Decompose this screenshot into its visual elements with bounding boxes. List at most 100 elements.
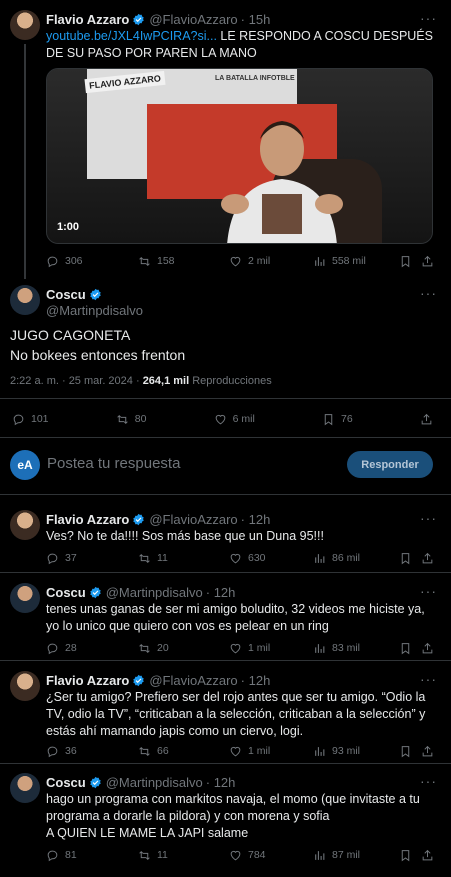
more-options-icon[interactable]: ··· bbox=[420, 510, 437, 526]
author-handle[interactable]: @FlavioAzzaro bbox=[149, 512, 237, 527]
like-action[interactable]: 630 bbox=[229, 552, 313, 565]
tweet-time[interactable]: · 12h bbox=[241, 673, 271, 688]
tweet-time[interactable]: · 15h bbox=[241, 12, 271, 27]
views-action[interactable]: 86 mil bbox=[313, 552, 399, 565]
reply-tweet[interactable]: Coscu @Martinpdisalvo · 12h ··· hago un … bbox=[0, 773, 451, 867]
share-icon bbox=[421, 745, 434, 758]
divider bbox=[0, 572, 451, 573]
author-handle[interactable]: @Martinpdisalvo bbox=[106, 775, 203, 790]
more-options-icon[interactable]: ··· bbox=[420, 285, 437, 301]
repost-action[interactable]: 11 bbox=[138, 849, 229, 862]
views-count: 558 mil bbox=[332, 255, 366, 267]
bookmark-count: 76 bbox=[341, 413, 353, 425]
avatar[interactable] bbox=[10, 671, 40, 701]
views-action[interactable]: 93 mil bbox=[313, 745, 399, 758]
tweet-text: Ves? No te da!!!! Sos más base que un Du… bbox=[46, 529, 324, 543]
like-action[interactable]: 1 mil bbox=[229, 642, 313, 655]
reply-action[interactable]: 36 bbox=[46, 745, 138, 758]
share-action[interactable] bbox=[421, 642, 434, 655]
like-action[interactable]: 1 mil bbox=[229, 745, 313, 758]
reply-action[interactable]: 101 bbox=[12, 413, 49, 426]
repost-icon bbox=[138, 849, 151, 862]
reply-tweet[interactable]: Coscu @Martinpdisalvo · 12h ··· tenes un… bbox=[0, 583, 451, 660]
reply-action[interactable]: 81 bbox=[46, 849, 138, 862]
author-name[interactable]: Coscu bbox=[46, 287, 86, 302]
tweet-actions: 81 11 784 87 mil bbox=[46, 847, 439, 863]
avatar[interactable] bbox=[10, 583, 40, 613]
divider bbox=[0, 660, 451, 661]
author-name[interactable]: Coscu bbox=[46, 585, 86, 600]
views-icon bbox=[313, 642, 326, 655]
bookmark-action[interactable] bbox=[399, 255, 421, 268]
reply-button[interactable]: Responder bbox=[347, 451, 433, 478]
avatar[interactable] bbox=[10, 285, 40, 315]
author-name[interactable]: Coscu bbox=[46, 775, 86, 790]
avatar[interactable] bbox=[10, 10, 40, 40]
tweet-time[interactable]: · 12h bbox=[241, 512, 271, 527]
reply-action[interactable]: 28 bbox=[46, 642, 138, 655]
avatar[interactable] bbox=[10, 773, 40, 803]
bookmark-action[interactable]: 76 bbox=[322, 413, 353, 426]
share-action[interactable] bbox=[421, 849, 434, 862]
youtube-link[interactable]: youtube.be/JXL4IwPCIRA?si... bbox=[46, 29, 217, 43]
avatar[interactable] bbox=[10, 510, 40, 540]
divider bbox=[0, 763, 451, 764]
reply-count: 28 bbox=[65, 642, 77, 654]
like-action[interactable]: 784 bbox=[229, 849, 313, 862]
reply-icon bbox=[46, 849, 59, 862]
bookmark-action[interactable] bbox=[399, 642, 421, 655]
author-handle[interactable]: @Martinpdisalvo bbox=[46, 303, 143, 318]
author-name[interactable]: Flavio Azzaro bbox=[46, 512, 129, 527]
tweet-time[interactable]: · 12h bbox=[206, 585, 236, 600]
reply-action[interactable]: 306 bbox=[46, 255, 138, 268]
like-count: 1 mil bbox=[248, 642, 271, 654]
repost-action[interactable]: 158 bbox=[138, 255, 229, 268]
tweet-timestamp[interactable]: 2:22 a. m. · 25 mar. 2024 · bbox=[10, 375, 140, 387]
reply-input[interactable]: Postea tu respuesta bbox=[47, 455, 180, 472]
tweet-meta: 2:22 a. m. · 25 mar. 2024 · 264,1 mil Re… bbox=[10, 373, 437, 390]
repost-action[interactable]: 80 bbox=[116, 413, 146, 426]
share-action[interactable] bbox=[421, 552, 434, 565]
repost-icon bbox=[138, 255, 151, 268]
tweet-time[interactable]: · 12h bbox=[206, 775, 236, 790]
share-action[interactable] bbox=[421, 745, 434, 758]
author-handle[interactable]: @FlavioAzzaro bbox=[149, 12, 237, 27]
reply-icon bbox=[46, 255, 59, 268]
verified-icon bbox=[132, 674, 145, 687]
repost-action[interactable]: 66 bbox=[138, 745, 229, 758]
repost-icon bbox=[116, 413, 129, 426]
divider bbox=[0, 494, 451, 495]
reply-icon bbox=[46, 642, 59, 655]
author-handle[interactable]: @Martinpdisalvo bbox=[106, 585, 203, 600]
top-tweet[interactable]: Flavio Azzaro @FlavioAzzaro · 15h ··· yo… bbox=[0, 10, 451, 280]
author-name[interactable]: Flavio Azzaro bbox=[46, 12, 129, 27]
like-action[interactable]: 2 mil bbox=[229, 255, 313, 268]
share-action[interactable] bbox=[420, 413, 433, 426]
more-options-icon[interactable]: ··· bbox=[420, 773, 437, 789]
repost-action[interactable]: 20 bbox=[138, 642, 229, 655]
views-action[interactable]: 87 mil bbox=[313, 849, 399, 862]
more-options-icon[interactable]: ··· bbox=[420, 10, 437, 26]
author-handle[interactable]: @FlavioAzzaro bbox=[149, 673, 237, 688]
like-icon bbox=[229, 255, 242, 268]
views-action[interactable]: 83 mil bbox=[313, 642, 399, 655]
like-action[interactable]: 6 mil bbox=[214, 413, 255, 426]
divider bbox=[0, 398, 451, 399]
more-options-icon[interactable]: ··· bbox=[420, 671, 437, 687]
reply-action[interactable]: 37 bbox=[46, 552, 138, 565]
own-avatar[interactable]: eA bbox=[10, 450, 40, 480]
more-options-icon[interactable]: ··· bbox=[420, 583, 437, 599]
share-action[interactable] bbox=[421, 255, 434, 268]
bookmark-action[interactable] bbox=[399, 745, 421, 758]
bookmark-action[interactable] bbox=[399, 552, 421, 565]
video-player[interactable]: FLAVIO AZZARO LA BATALLA INFOTBLE 1:00 bbox=[46, 68, 433, 244]
bookmark-action[interactable] bbox=[399, 849, 421, 862]
author-name[interactable]: Flavio Azzaro bbox=[46, 673, 129, 688]
repost-action[interactable]: 11 bbox=[138, 552, 229, 565]
reply-tweet[interactable]: Flavio Azzaro @FlavioAzzaro · 12h ··· Ve… bbox=[0, 510, 451, 570]
repost-icon bbox=[138, 745, 151, 758]
tweet-line: JUGO CAGONETA bbox=[10, 327, 131, 343]
reply-tweet[interactable]: Flavio Azzaro @FlavioAzzaro · 12h ··· ¿S… bbox=[0, 671, 451, 763]
views-action[interactable]: 558 mil bbox=[313, 255, 399, 268]
repost-count: 11 bbox=[157, 849, 168, 861]
